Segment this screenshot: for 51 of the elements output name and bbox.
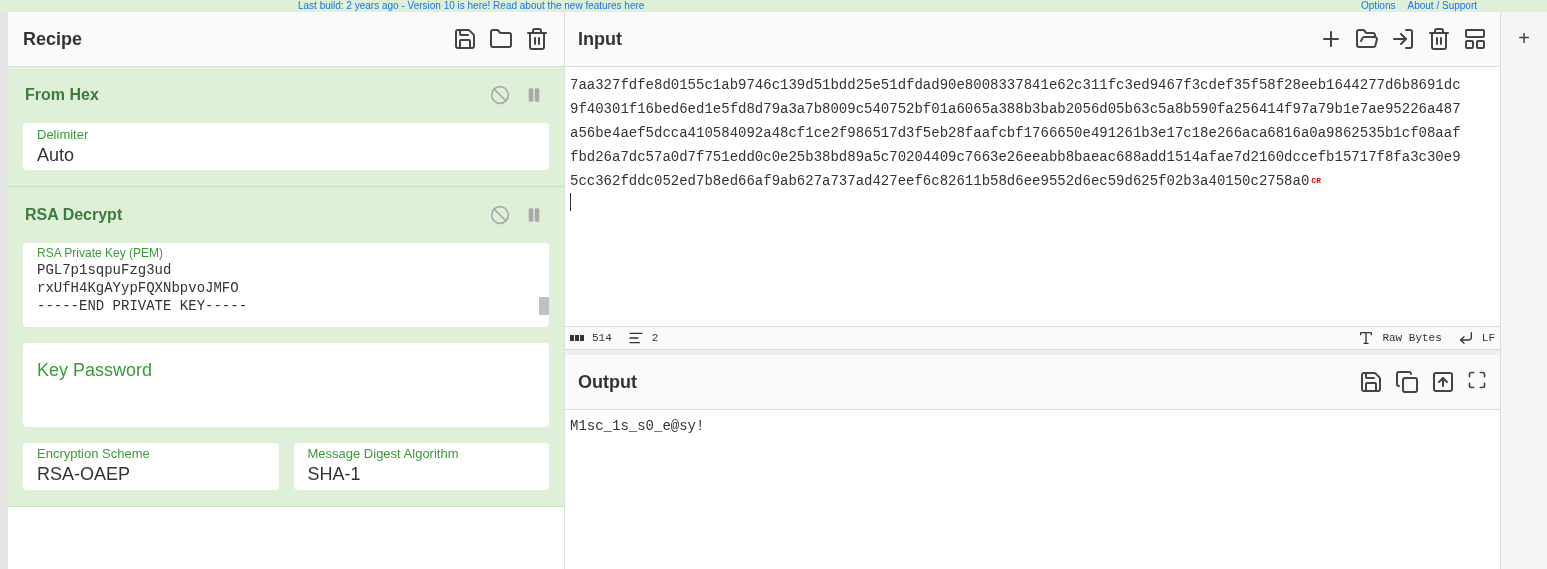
scrollbar-thumb (539, 297, 549, 315)
field-value: Auto (37, 144, 76, 167)
arrow-up-box-icon[interactable] (1431, 370, 1455, 394)
input-line: a56be4aef5dcca410584092a48cf1ce2f986517d3f5eb28faafcbf1766650e491261b3e17c18e266aca6816a0a9862535b1cf08aaf (570, 124, 1461, 143)
operation-title: RSA Decrypt (25, 205, 123, 225)
trash-icon[interactable] (525, 27, 549, 51)
input-line: 5cc362fddc052ed7b8ed66af9ab627a737ad427eef6c82611b58d6ee9552d6ec59d625f02b3a40150c2758a0 (570, 172, 1310, 191)
delimiter-field[interactable]: Delimiter Auto (23, 123, 549, 170)
field-label: Encryption Scheme (37, 446, 151, 462)
arrow-into-box-icon[interactable] (1391, 27, 1415, 51)
input-line: 7aa327fdfe8d0155c1ab9746c139d51bdd25e51dfdad90e8008337841e62c311fc3ed9467f3cdef35f58f28eeb1644277d6b8691dc (570, 76, 1461, 95)
field-label: Message Digest Algorithm (307, 446, 460, 462)
select-field[interactable]: Encryption Scheme RSA-OAEP (23, 443, 279, 490)
add-tab-button[interactable]: + (1518, 28, 1530, 48)
field-value: RSA-OAEP (37, 463, 132, 486)
select-field[interactable]: Message Digest Algorithm SHA-1 (293, 443, 549, 490)
options-link[interactable]: Options (1361, 1, 1396, 11)
text-length-icon (570, 335, 584, 341)
encoding-label[interactable]: Raw Bytes (1382, 329, 1442, 347)
field-label: RSA Private Key (PEM) (37, 245, 165, 261)
key-line: -----END PRIVATE KEY----- (37, 297, 248, 315)
line-count: 2 (651, 330, 659, 346)
output-text-area[interactable]: M1sc_1s_s0_e@sy! (565, 410, 1500, 569)
text-size-icon[interactable] (1358, 330, 1375, 346)
lines-icon (627, 330, 644, 346)
field-label: Delimiter (37, 127, 90, 143)
save-icon[interactable] (453, 27, 477, 51)
about-link[interactable]: About / Support (1407, 1, 1477, 11)
input-line: 9f40301f16bed6ed1e5fd8d79a3a7b8009c540752bf01a6065a388b3bab2056d05b63c5a8b590fa256414f97a79b1e7ae95226a487 (570, 100, 1461, 119)
folder-icon[interactable] (1355, 27, 1379, 51)
save-icon[interactable] (1359, 370, 1383, 394)
eol-label[interactable]: LF (1481, 329, 1495, 347)
trash-icon[interactable] (1427, 27, 1451, 51)
input-line: fbd26a7dc57a0d7f751edd0c0e25b38bd89a5c70204409c7663e26eeabb8baeac688add1514afae7d2160dccefb15717f8fa3c30e9 (570, 148, 1461, 167)
field-placeholder: Key Password (37, 360, 153, 380)
output-text: M1sc_1s_s0_e@sy! (570, 418, 705, 434)
operation-title: From Hex (25, 85, 99, 105)
key-line: rxUfH4KgAYypFQXNbpvoJMFO (37, 279, 239, 297)
field-value: SHA-1 (307, 463, 362, 486)
length-value: 514 (592, 330, 612, 346)
layout-icon[interactable] (1463, 27, 1487, 51)
key-line: PGL7p1sqpuFzg3ud (37, 261, 172, 279)
key-password-field[interactable]: Key Password (23, 343, 549, 427)
line-end-mark: CR (1311, 175, 1321, 187)
folder-icon[interactable] (489, 27, 513, 51)
banner-text: Last build: 2 years ago - Version 10 is here! Read about the new features here (298, 1, 645, 11)
private-key-field[interactable]: RSA Private Key (PEM) PGL7p1sqpuFzg3ud rxUfH4KgAYypFQXNbpvoJMFO -----END PRIVATE KEY----- (23, 243, 549, 327)
output-title: Output (578, 370, 637, 394)
copy-icon[interactable] (1395, 370, 1419, 394)
input-title: Input (578, 27, 622, 51)
recipe-title: Recipe (23, 27, 83, 51)
